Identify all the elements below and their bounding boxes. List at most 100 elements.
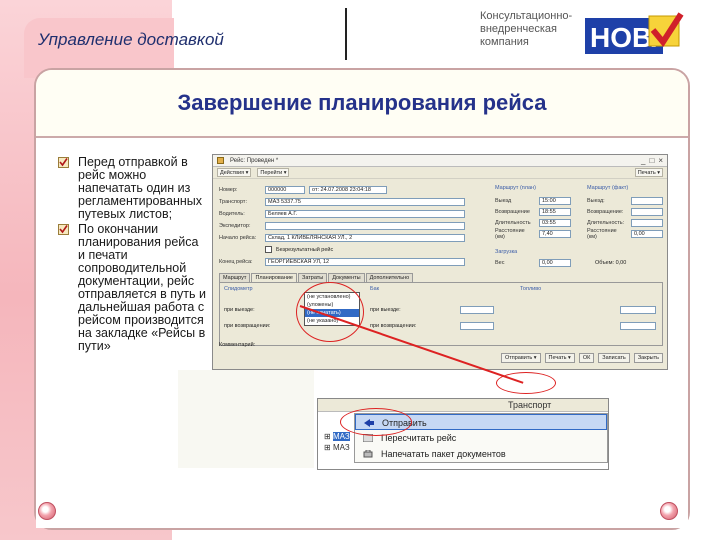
date-field[interactable]: от: 24.07.2008 23:04:18 [309,185,387,194]
plan-row: Возвращение 18:55 [495,208,571,216]
print-button[interactable]: Печать ▾ [544,353,575,363]
slide-title: Завершение планирования рейса [177,90,547,115]
fact-row-value[interactable] [631,219,663,227]
tab-planning[interactable]: Планирование [251,273,297,282]
checkbox-bullet-icon [58,224,69,235]
slide-title-bar: Завершение планирования рейса [36,70,688,136]
checkbox-bullet-icon [58,157,69,168]
plan-row: Выезд 15:00 [495,197,571,205]
fact-row-value[interactable] [631,197,663,205]
trip-end-label: Конец рейса: [219,258,253,265]
decorative-ball-left [38,502,56,520]
trip-form-window: Рейс: Проведен * _ □ × Действия ▾ Перейт… [212,154,668,370]
brand-title: Управление доставкой [38,30,224,49]
return-label: при возвращении: [224,323,271,329]
window-titlebar: Рейс: Проведен * _ □ × [213,155,667,167]
planning-panel: Спидометр Бак Топливо при выезде: при во… [219,282,663,346]
plan-row-label: Длительность [495,220,531,226]
bullet-text: Перед отправкой в рейс можно напечатать … [78,155,202,221]
volume-text: Объем: 0,00 [595,260,627,266]
number-field[interactable]: 000000 [265,185,305,194]
route-fact-list: Выезд: Возвращение: Длительность: Рассто… [587,197,663,240]
tank-departure-label: при выезде: [370,307,401,313]
ok-button[interactable]: ОК [578,353,595,363]
document-icon [217,157,224,164]
decorative-ball-right [660,502,678,520]
fact-row-value[interactable]: 0,00 [631,230,663,238]
menu-item-print-package[interactable]: Напечатать пакет документов [355,446,607,462]
forwarder-row: Экспедитор: [219,221,465,230]
fact-row-label: Возвращение: [587,209,624,215]
plan-row: Длительность 03:55 [495,219,571,227]
trip-start-field[interactable]: Склад, 1 КЛИВЕЛЯНСКАЯ УЛ., 2 [265,233,465,242]
plan-row: Расстояние (км) 7,40 [495,228,571,240]
menu-item-label: Пересчитать рейс [381,433,457,443]
nova-logo: НОВА [585,12,684,54]
empty-trip-checkbox[interactable] [265,246,272,253]
fact-row-label: Длительность: [587,220,625,226]
close-button[interactable]: Закрыть [633,353,663,363]
forwarder-label: Экспедитор: [219,222,251,229]
departure-label: при выезде: [224,307,255,313]
plan-row-value[interactable]: 7,40 [539,230,571,238]
empty-trip-row: Безрезультатный рейс [265,245,333,254]
weight-field[interactable]: 0,00 [539,259,571,267]
send-button[interactable]: Отправить ▾ [500,353,541,363]
tree-item[interactable]: ⊞ МАЗ [324,431,350,442]
tab-additional[interactable]: Дополнительно [365,273,414,282]
load-group: Загрузка [495,249,518,255]
tab-route[interactable]: Маршрут [219,273,251,282]
bullet-item: По окончании планирования рейса и печати… [58,223,208,353]
plan-row-value[interactable]: 15:00 [539,197,571,205]
driver-row: Водитель: Беляев А.Г. [219,209,465,218]
transport-field[interactable]: МАЗ 5337.75 [265,197,465,206]
tree-item[interactable]: ⊞ МАЗ [324,442,350,453]
tree-item-label: МАЗ [332,432,350,441]
actions-menu-button[interactable]: Действия ▾ [217,168,252,177]
fact-row-label: Выезд: [587,198,605,204]
window-toolbar: Действия ▾ Перейти ▾ Печать ▾ [213,167,667,179]
fuel-field-1[interactable] [620,306,656,314]
route-plan-group: Маршрут (план) [495,185,536,191]
tank-return-field[interactable] [460,322,494,330]
bullet-item: Перед отправкой в рейс можно напечатать … [58,156,208,221]
trip-start-label: Начало рейса: [219,234,257,241]
screenshot-shadow [178,370,314,468]
maximize-icon[interactable]: □ [649,156,654,165]
goto-menu-button[interactable]: Перейти ▾ [257,168,290,177]
menu-item-label: Напечатать пакет документов [381,449,506,459]
fact-row-label: Расстояние (км) [587,228,617,240]
header-divider [345,8,347,60]
comment-label: Комментарий: [219,342,256,348]
print-menu-button[interactable]: Печать ▾ [634,168,663,177]
tab-costs[interactable]: Затраты [298,273,328,282]
close-icon[interactable]: × [658,156,663,165]
transport-row: Транспорт: МАЗ 5337.75 [219,197,465,206]
route-plan-list: Выезд 15:00 Возвращение 18:55 Длительность… [495,197,571,240]
plan-row-value[interactable]: 03:55 [539,219,571,227]
driver-field[interactable]: Беляев А.Г. [265,209,465,218]
minimize-icon[interactable]: _ [641,156,645,165]
plan-row-value[interactable]: 18:55 [539,208,571,216]
tab-documents[interactable]: Документы [328,273,365,282]
tank-group: Бак [370,286,380,292]
tree-item-label: МАЗ [332,443,350,452]
tank-departure-field[interactable] [460,306,494,314]
window-title: Рейс: Проведен * [230,157,279,164]
dropdown-highlight-circle [296,282,364,342]
trip-start-row: Начало рейса: Склад, 1 КЛИВЕЛЯНСКАЯ УЛ.,… [219,233,465,242]
save-button[interactable]: Записать [598,353,630,363]
fact-row: Длительность: [587,219,663,227]
number-label: Номер: [219,186,238,193]
load-row: Вес 0,00 Объем: 0,00 [495,259,626,267]
bullet-text: По окончании планирования рейса и печати… [78,222,206,353]
transport-label: Транспорт: [219,198,247,205]
fact-row: Расстояние (км) 0,00 [587,228,663,240]
form-tabs: Маршрут Планирование Затраты Документы Д… [219,273,414,282]
company-text: Консультационно-внедренческая компания [480,10,573,48]
forwarder-field[interactable] [265,221,465,230]
fact-row: Возвращение: [587,208,663,216]
fact-row-value[interactable] [631,208,663,216]
trip-end-field[interactable]: ГЕОРГИЕВСКАЯ УЛ, 12 [265,257,465,266]
fuel-field-2[interactable] [620,322,656,330]
